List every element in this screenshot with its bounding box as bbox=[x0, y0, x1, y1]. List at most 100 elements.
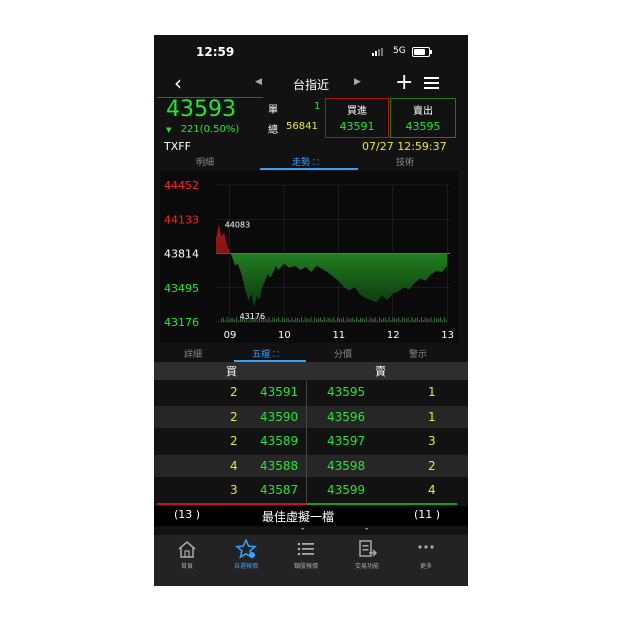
y-tick-label: 44452 bbox=[164, 179, 199, 192]
summary-bid-total: (13 ) bbox=[174, 508, 201, 521]
orderbook-row[interactable]: 2 43589 43597 3 bbox=[154, 430, 468, 452]
ask-value: 43595 bbox=[405, 120, 441, 133]
bid-quantity: 2 bbox=[230, 385, 238, 399]
ask-strength-bar bbox=[307, 503, 457, 505]
bottom-nav-home-label: 首頁 bbox=[180, 563, 193, 570]
chart-tabs: 明細 走勢 ⛶ 技術 bbox=[154, 154, 468, 170]
summary-dash-right: - bbox=[365, 524, 369, 534]
y-tick-label: 43176 bbox=[164, 316, 199, 329]
home-icon bbox=[178, 541, 196, 558]
orderbook-divider bbox=[306, 381, 307, 503]
prev-arrow-button[interactable]: ◀ bbox=[255, 77, 262, 87]
orderbook-row[interactable]: 3 43587 43599 4 bbox=[154, 479, 468, 501]
add-button[interactable]: + bbox=[395, 71, 413, 95]
tab-trend-underline bbox=[260, 168, 358, 170]
bottom-nav-watchlist[interactable]: 自選報價 bbox=[216, 539, 276, 570]
ask-quantity: 2 bbox=[428, 458, 436, 473]
next-arrow-button[interactable]: ▶ bbox=[354, 77, 361, 87]
bottom-nav-more[interactable]: 更多 bbox=[396, 539, 456, 570]
last-price: 43593 bbox=[166, 97, 236, 122]
ask-quantity: 1 bbox=[428, 385, 436, 399]
bottom-nav-sector[interactable]: 類股報價 bbox=[276, 539, 336, 570]
bid-price: 43590 bbox=[260, 409, 299, 424]
star-icon bbox=[235, 539, 257, 559]
ask-label: 賣出 bbox=[413, 106, 433, 117]
x-tick-label: 12 bbox=[387, 330, 400, 341]
tab-details[interactable]: 詳細 bbox=[184, 347, 202, 360]
ask-quantity: 1 bbox=[428, 409, 436, 424]
list-icon bbox=[297, 542, 314, 556]
network-type: 5G bbox=[393, 46, 406, 56]
orderbook-header: 買 賣 bbox=[154, 362, 468, 380]
total-volume-label: 總 bbox=[268, 125, 278, 136]
bottom-nav-trade[interactable]: 交易功能 bbox=[337, 539, 397, 570]
ask-price: 43595 bbox=[327, 385, 366, 399]
back-button[interactable]: ‹ bbox=[174, 71, 182, 95]
ask-price: 43596 bbox=[327, 409, 366, 424]
expand-icon[interactable]: ⛶ bbox=[313, 158, 319, 167]
more-icon bbox=[418, 545, 434, 549]
expand-icon[interactable]: ⛶ bbox=[273, 350, 279, 359]
bid-price: 43591 bbox=[260, 385, 299, 399]
chart-high-label: 44083 bbox=[225, 221, 250, 230]
bid-quantity: 4 bbox=[230, 458, 238, 473]
price-change-value: 221(0.50%) bbox=[180, 124, 240, 135]
tab-detail[interactable]: 明細 bbox=[196, 155, 214, 168]
bid-price: 43588 bbox=[260, 458, 299, 473]
tab-five-levels[interactable]: 五檔 ⛶ bbox=[252, 347, 279, 360]
summary-ask-total: (11 ) bbox=[414, 508, 441, 521]
tab-trend[interactable]: 走勢 ⛶ bbox=[292, 155, 319, 168]
menu-icon[interactable] bbox=[424, 77, 439, 89]
contract-code: TXFF bbox=[164, 140, 191, 153]
chart-low-label: 43176 bbox=[240, 312, 265, 321]
battery-icon bbox=[412, 47, 432, 57]
total-volume-value: 56841 bbox=[286, 121, 318, 132]
bid-label: 買進 bbox=[347, 106, 367, 117]
summary-title: 最佳虛擬一檔 bbox=[262, 510, 335, 524]
trade-icon bbox=[359, 540, 378, 557]
tab-alerts[interactable]: 警示 bbox=[409, 347, 427, 360]
bid-price: 43589 bbox=[260, 434, 299, 448]
sell-header: 賣 bbox=[375, 365, 386, 378]
y-tick-label: 44133 bbox=[164, 213, 199, 226]
ask-quantity: 4 bbox=[428, 483, 436, 497]
orderbook-row[interactable]: 2 43590 43596 1 bbox=[154, 405, 468, 428]
ask-price: 43598 bbox=[327, 458, 366, 473]
tab-price-volume[interactable]: 分價 bbox=[334, 347, 352, 360]
x-tick-label: 10 bbox=[278, 330, 291, 341]
y-tick-label: 43495 bbox=[164, 282, 199, 295]
bid-quantity: 2 bbox=[230, 434, 238, 448]
bottom-nav-home[interactable]: 首頁 bbox=[157, 539, 217, 570]
x-tick-label: 09 bbox=[224, 330, 237, 341]
bid-quantity: 3 bbox=[230, 483, 238, 497]
signal-icon bbox=[372, 48, 386, 56]
ask-button[interactable]: 賣出 43595 bbox=[390, 98, 456, 138]
bottom-nav-sector-label: 類股報價 bbox=[293, 563, 318, 570]
bid-price: 43587 bbox=[260, 483, 299, 497]
status-time: 12:59 bbox=[196, 45, 235, 59]
quote-datetime: 07/27 12:59:37 bbox=[362, 140, 447, 153]
x-tick-label: 13 bbox=[441, 330, 454, 341]
orderbook-row[interactable]: 2 43591 43595 1 bbox=[154, 381, 468, 403]
intraday-chart[interactable]: 44452 44133 43814 43495 43176 09 10 11 12 13 440… bbox=[160, 171, 458, 343]
single-volume-label: 單 bbox=[268, 105, 278, 116]
bottom-nav-trade-label: 交易功能 bbox=[354, 563, 379, 570]
price-change: ▼ 221(0.50%) bbox=[166, 124, 239, 135]
bid-value: 43591 bbox=[339, 120, 375, 133]
ask-price: 43599 bbox=[327, 483, 366, 497]
buy-header: 買 bbox=[226, 365, 237, 378]
tab-five-levels-label: 五檔 bbox=[252, 350, 271, 360]
nav-title: 台指近 bbox=[292, 78, 329, 92]
bid-strength-bar bbox=[157, 503, 307, 505]
bottom-nav-watchlist-label: 自選報價 bbox=[233, 563, 258, 570]
y-tick-label: 43814 bbox=[164, 248, 199, 261]
nav-bar: ‹ ◀ 台指近 ▶ + bbox=[154, 71, 468, 95]
bid-quantity: 2 bbox=[230, 409, 238, 424]
tab-trend-label: 走勢 bbox=[292, 158, 311, 168]
ask-price: 43597 bbox=[327, 434, 366, 448]
ask-quantity: 3 bbox=[428, 434, 436, 448]
orderbook-row[interactable]: 4 43588 43598 2 bbox=[154, 454, 468, 477]
bid-button[interactable]: 買進 43591 bbox=[325, 98, 389, 138]
tab-technical[interactable]: 技術 bbox=[396, 155, 414, 168]
bottom-nav-more-label: 更多 bbox=[419, 563, 432, 570]
